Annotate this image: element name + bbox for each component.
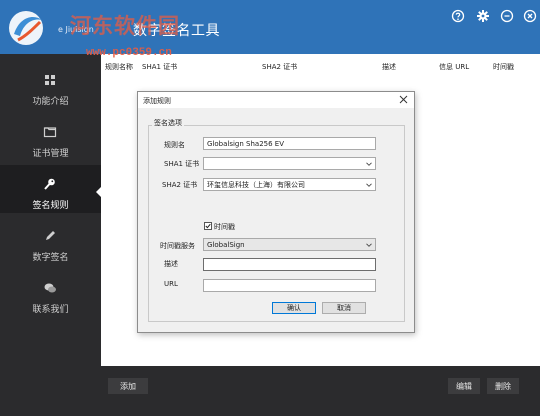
title-bar: e Jiuisign 数字签名工具 河东软件园	[0, 0, 540, 54]
sidebar-item-label: 证书管理	[32, 149, 69, 159]
confirm-button[interactable]: 确认	[272, 302, 316, 314]
description-input[interactable]	[203, 258, 376, 271]
dialog-title: 添加规则	[143, 97, 171, 105]
sidebar-item-label: 数字签名	[32, 253, 69, 263]
pen-icon	[43, 229, 57, 243]
group-title: 签名选项	[152, 118, 184, 128]
url-input[interactable]	[203, 279, 376, 292]
chevron-down-icon	[366, 242, 372, 248]
help-icon[interactable]	[451, 9, 465, 23]
dialog-header: 添加规则	[138, 92, 414, 108]
ts-service-select[interactable]: GlobalSign	[203, 238, 376, 251]
signing-options-group	[148, 125, 405, 322]
sidebar-item-rules[interactable]: 签名规则	[0, 165, 101, 213]
timestamp-checkbox-label[interactable]: 时间戳	[214, 222, 235, 232]
column-header[interactable]: SHA1 证书	[142, 62, 177, 72]
chat-icon	[43, 281, 57, 295]
close-icon[interactable]	[398, 94, 409, 105]
sidebar-item-contact[interactable]: 联系我们	[0, 269, 101, 317]
sidebar: 功能介绍 证书管理 签名规则 数字签名 联系我们	[0, 54, 101, 416]
ts-service-label: 时间戳服务	[160, 242, 195, 250]
column-header[interactable]: 时间戳	[493, 62, 514, 72]
bottom-toolbar: 添加 编辑 删除	[101, 366, 540, 416]
rule-name-label: 规则名	[164, 141, 185, 149]
close-icon[interactable]	[523, 9, 537, 23]
description-label: 描述	[164, 260, 178, 268]
sha2-select[interactable]: 环玺信息科技（上海）有限公司	[203, 178, 376, 191]
sidebar-item-features[interactable]: 功能介绍	[0, 61, 101, 109]
sidebar-item-label: 联系我们	[32, 305, 69, 315]
sha2-label: SHA2 证书	[162, 181, 198, 189]
sha1-label: SHA1 证书	[164, 160, 200, 168]
chevron-down-icon	[366, 161, 372, 167]
watermark-text: 河东软件园	[70, 13, 180, 38]
sidebar-item-certificates[interactable]: 证书管理	[0, 113, 101, 161]
grid-icon	[43, 73, 57, 87]
sha2-value: 环玺信息科技（上海）有限公司	[207, 181, 305, 189]
minimize-icon[interactable]	[500, 9, 514, 23]
sidebar-item-sign[interactable]: 数字签名	[0, 217, 101, 265]
rule-name-input[interactable]: Globalsign Sha256 EV	[203, 137, 376, 150]
add-rule-dialog: 添加规则 签名选项 规则名 Globalsign Sha256 EV SHA1 …	[137, 91, 415, 333]
add-button[interactable]: 添加	[108, 378, 148, 394]
delete-button[interactable]: 删除	[487, 378, 519, 394]
column-header[interactable]: 规则名称	[105, 62, 133, 72]
ts-service-value: GlobalSign	[207, 241, 245, 249]
column-header[interactable]: 描述	[382, 62, 396, 72]
chevron-down-icon	[366, 182, 372, 188]
app-logo-icon	[4, 6, 52, 50]
sidebar-item-label: 签名规则	[32, 201, 69, 211]
sha1-select[interactable]	[203, 157, 376, 170]
folder-icon	[43, 125, 57, 139]
cancel-button[interactable]: 取消	[322, 302, 366, 314]
watermark-url: www.pc0359.cn	[86, 47, 172, 59]
edit-button[interactable]: 编辑	[448, 378, 480, 394]
key-icon	[43, 177, 57, 191]
column-header[interactable]: 信息 URL	[439, 62, 469, 72]
url-label: URL	[164, 280, 178, 288]
gear-icon[interactable]	[476, 9, 490, 23]
column-header[interactable]: SHA2 证书	[262, 62, 297, 72]
timestamp-checkbox[interactable]	[204, 222, 212, 230]
sidebar-item-label: 功能介绍	[32, 97, 69, 107]
